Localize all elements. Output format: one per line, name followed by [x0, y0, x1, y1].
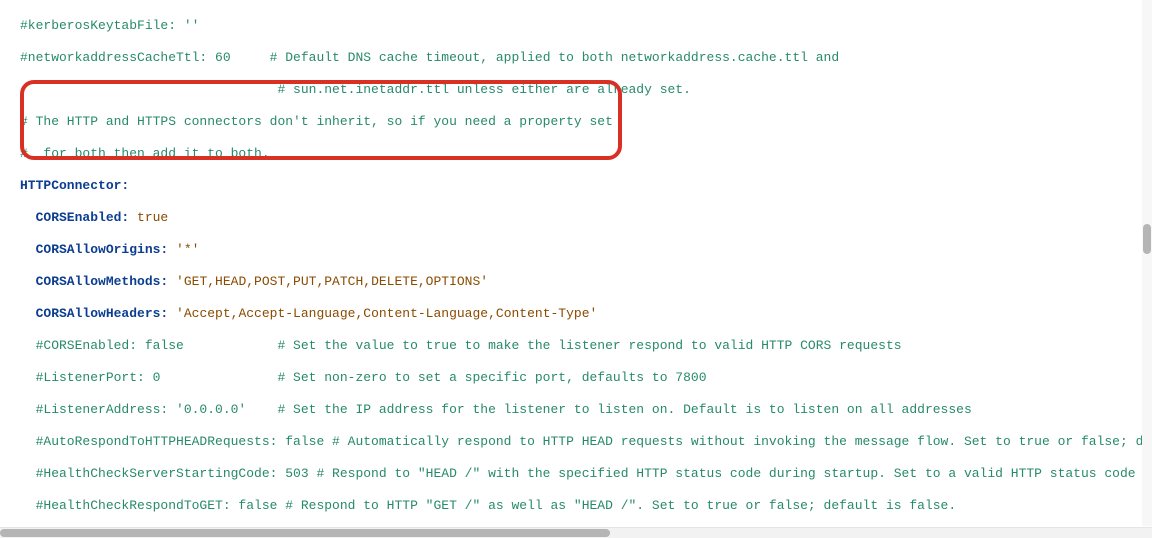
code-line: #HealthCheckServerStartingCode: 503 # Re…: [20, 466, 1152, 482]
code-line: #ListenerPort: 0 # Set non-zero to set a…: [20, 370, 1152, 386]
code-line: #AutoRespondToHTTPHEADRequests: false # …: [20, 434, 1152, 450]
horizontal-scrollbar-track[interactable]: [0, 527, 1152, 538]
code-line: HTTPConnector:: [20, 178, 1152, 194]
code-line: # sun.net.inetaddr.ttl unless either are…: [20, 82, 1152, 98]
code-line: #kerberosKeytabFile: '': [20, 18, 1152, 34]
vertical-scrollbar-track[interactable]: [1142, 0, 1152, 526]
code-editor-viewport: #kerberosKeytabFile: '' #networkaddressC…: [0, 0, 1152, 538]
code-line: #ListenerAddress: '0.0.0.0' # Set the IP…: [20, 402, 1152, 418]
code-line: # for both then add it to both.: [20, 146, 1152, 162]
horizontal-scrollbar-thumb[interactable]: [0, 529, 610, 537]
code-line-cors-methods: CORSAllowMethods: 'GET,HEAD,POST,PUT,PAT…: [20, 274, 1152, 290]
vertical-scrollbar-thumb[interactable]: [1143, 224, 1151, 254]
code-line-cors-enabled: CORSEnabled: true: [20, 210, 1152, 226]
code-line: #networkaddressCacheTtl: 60 # Default DN…: [20, 50, 1152, 66]
code-area[interactable]: #kerberosKeytabFile: '' #networkaddressC…: [0, 0, 1152, 526]
code-line-cors-origins: CORSAllowOrigins: '*': [20, 242, 1152, 258]
code-line-cors-headers: CORSAllowHeaders: 'Accept,Accept-Languag…: [20, 306, 1152, 322]
code-line: #HealthCheckRespondToGET: false # Respon…: [20, 498, 1152, 514]
code-line: #CORSEnabled: false # Set the value to t…: [20, 338, 1152, 354]
code-line: # The HTTP and HTTPS connectors don't in…: [20, 114, 1152, 130]
